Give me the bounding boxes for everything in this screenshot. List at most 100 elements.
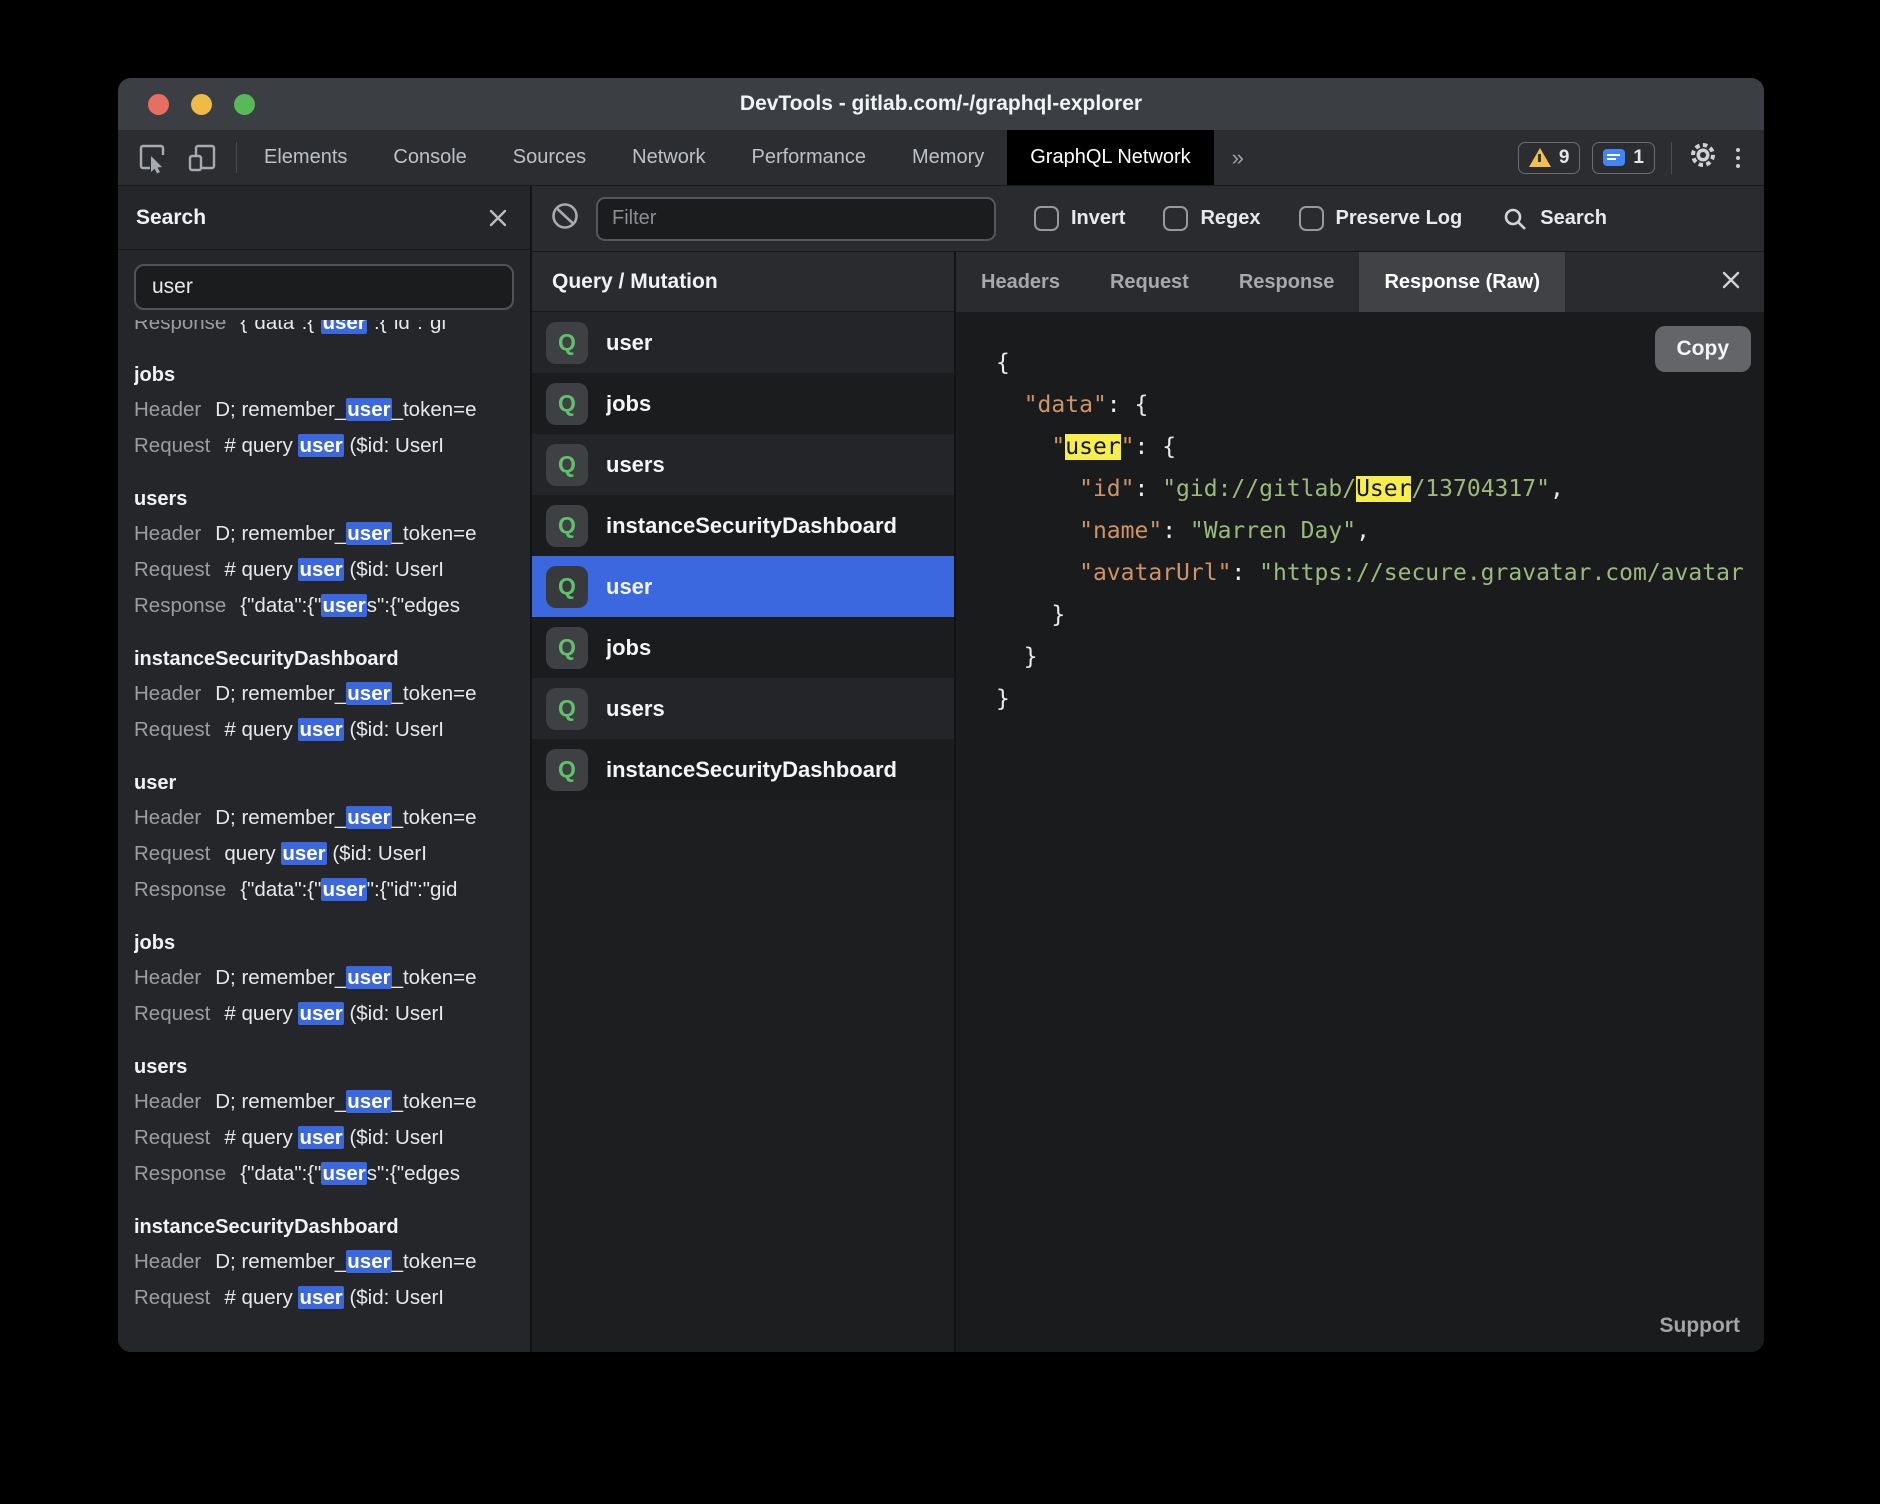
query-row-user[interactable]: Quser — [532, 312, 954, 373]
query-type-icon: Q — [546, 505, 588, 547]
search-match-highlight: user — [321, 878, 366, 901]
search-match-highlight: user — [346, 398, 391, 421]
warnings-badge[interactable]: 9 — [1518, 142, 1581, 174]
toolbar-search[interactable]: Search — [1502, 206, 1607, 232]
result-line-value: {"data":{"user":{"id":"gid — [240, 878, 457, 901]
result-group-title[interactable]: users — [134, 1050, 530, 1084]
messages-badge[interactable]: 1 — [1592, 142, 1655, 174]
tab-network[interactable]: Network — [609, 130, 728, 185]
json-line: "name": "Warren Day", — [996, 510, 1764, 552]
result-line-value: D; remember_user_token=e — [215, 1250, 476, 1273]
query-row-label: users — [606, 696, 665, 722]
search-match-highlight: user — [346, 966, 391, 989]
tab-elements[interactable]: Elements — [241, 130, 370, 185]
json-line: { — [996, 342, 1764, 384]
search-input[interactable] — [134, 264, 514, 310]
search-input-row — [118, 250, 530, 320]
result-group-title[interactable]: jobs — [134, 926, 530, 960]
details-tab-request[interactable]: Request — [1085, 252, 1214, 312]
result-group-title[interactable]: jobs — [134, 358, 530, 392]
result-row[interactable]: Response{"data":{"user":{"id":"gid — [134, 872, 530, 908]
result-row[interactable]: Header D; remember_user_token=e — [134, 1244, 530, 1280]
result-row[interactable]: HeaderD; remember_user_token=e — [134, 516, 530, 552]
query-row-jobs[interactable]: Qjobs — [532, 617, 954, 678]
more-tabs-chevron-icon[interactable]: » — [1214, 130, 1262, 185]
details-panel: HeadersRequestResponseResponse (Raw) Cop… — [956, 252, 1764, 1352]
result-row[interactable]: HeaderD; remember_user_token=e — [134, 1084, 530, 1120]
result-line-value: # query user ($id: UserI — [224, 718, 444, 741]
query-type-icon: Q — [546, 566, 588, 608]
clear-log-icon[interactable] — [550, 201, 580, 236]
query-row-users[interactable]: Qusers — [532, 678, 954, 739]
result-row[interactable]: HeaderD; remember_user_token=e — [134, 800, 530, 836]
result-row[interactable]: Response{"data":{"users":{"edges — [134, 588, 530, 624]
checkbox-box-preserve-log[interactable] — [1299, 206, 1324, 231]
result-line-value: # query user ($id: UserI — [224, 558, 444, 581]
tab-performance[interactable]: Performance — [729, 130, 890, 185]
tab-console[interactable]: Console — [370, 130, 489, 185]
result-group-title[interactable]: instanceSecurityDashboard — [134, 1210, 530, 1244]
kebab-menu-icon[interactable] — [1730, 148, 1746, 168]
device-toolbar-icon[interactable] — [186, 142, 218, 174]
result-row[interactable]: Request# query user ($id: UserI — [134, 428, 530, 464]
checkbox-regex[interactable]: Regex — [1163, 206, 1260, 231]
checkbox-box-regex[interactable] — [1163, 206, 1188, 231]
result-row[interactable]: Request# query user ($id: UserI — [134, 996, 530, 1032]
query-row-users[interactable]: Qusers — [532, 434, 954, 495]
inspect-element-icon[interactable] — [136, 142, 168, 174]
search-match-highlight: user — [321, 594, 366, 617]
query-row-jobs[interactable]: Qjobs — [532, 373, 954, 434]
query-type-icon: Q — [546, 322, 588, 364]
query-row-label: instanceSecurityDashboard — [606, 513, 897, 539]
copy-button[interactable]: Copy — [1655, 326, 1752, 372]
result-line-label: Header — [134, 1250, 201, 1273]
settings-gear-icon[interactable] — [1688, 140, 1718, 175]
checkbox-invert[interactable]: Invert — [1034, 206, 1125, 231]
tab-memory[interactable]: Memory — [889, 130, 1007, 185]
search-match-highlight: User — [1356, 476, 1411, 502]
query-row-label: user — [606, 574, 652, 600]
search-match-highlight: user — [298, 1286, 343, 1309]
result-row[interactable]: Request# query user ($id: UserI — [134, 712, 530, 748]
result-line-label: Response — [134, 594, 226, 617]
close-details-icon[interactable] — [1720, 269, 1742, 296]
result-row[interactable]: Response{"data":{"users":{"edges — [134, 1156, 530, 1192]
search-match-highlight: user — [298, 718, 343, 741]
result-row[interactable]: Request# query user ($id: UserI — [134, 1120, 530, 1156]
warnings-count: 9 — [1559, 147, 1570, 169]
close-search-panel-icon[interactable] — [488, 208, 508, 228]
search-match-highlight: user — [346, 1090, 391, 1113]
result-row[interactable]: HeaderD; remember_user_token=e — [134, 960, 530, 996]
filter-input[interactable] — [596, 197, 996, 241]
checkbox-label-preserve-log: Preserve Log — [1336, 207, 1463, 230]
result-row[interactable]: Requestquery user ($id: UserI — [134, 836, 530, 872]
checkbox-label-regex: Regex — [1200, 207, 1260, 230]
result-line-label: Response — [134, 320, 226, 334]
result-line-value: # query user ($id: UserI — [224, 434, 444, 457]
result-row[interactable]: Request# query user ($id: UserI — [134, 552, 530, 588]
result-row[interactable]: Request# query user ($id: UserI — [134, 1280, 530, 1316]
checkbox-preserve-log[interactable]: Preserve Log — [1299, 206, 1463, 231]
details-tab-response-raw[interactable]: Response (Raw) — [1359, 252, 1565, 312]
result-row[interactable]: Response{"data":{"user":{"id":"gi — [134, 320, 530, 340]
query-row-user[interactable]: Quser — [532, 556, 954, 617]
result-group-title[interactable]: instanceSecurityDashboard — [134, 642, 530, 676]
details-tab-headers[interactable]: Headers — [956, 252, 1085, 312]
search-match-highlight: user — [346, 806, 391, 829]
warning-icon — [1529, 148, 1551, 167]
result-line-label: Request — [134, 1002, 210, 1025]
result-group-title[interactable]: user — [134, 766, 530, 800]
result-group-title[interactable]: users — [134, 482, 530, 516]
toolbar-search-label: Search — [1540, 207, 1607, 230]
query-row-instancesecuritydashboard[interactable]: QinstanceSecurityDashboard — [532, 495, 954, 556]
filter-options: Invert Regex Preserve Log — [996, 206, 1462, 231]
result-line-value: D; remember_user_token=e — [215, 966, 476, 989]
details-tab-response[interactable]: Response — [1214, 252, 1360, 312]
tab-sources[interactable]: Sources — [490, 130, 609, 185]
result-row[interactable]: HeaderD; remember_user_token=e — [134, 676, 530, 712]
tab-graphql-network[interactable]: GraphQL Network — [1007, 130, 1213, 185]
checkbox-box-invert[interactable] — [1034, 206, 1059, 231]
query-row-instancesecuritydashboard[interactable]: QinstanceSecurityDashboard — [532, 739, 954, 800]
support-link[interactable]: Support — [1660, 1314, 1740, 1338]
result-row[interactable]: HeaderD; remember_user_token=e — [134, 392, 530, 428]
